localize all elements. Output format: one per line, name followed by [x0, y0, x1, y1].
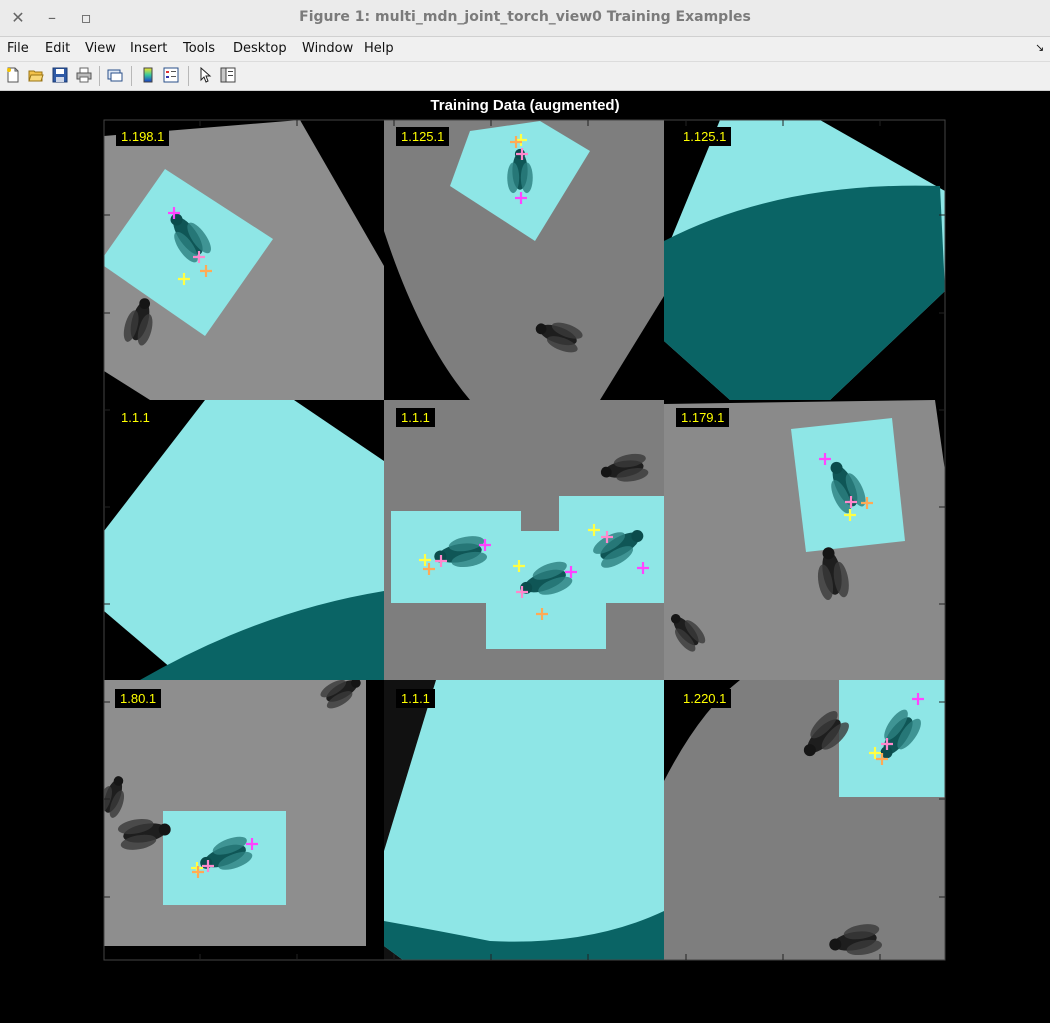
toolbar-separator [131, 66, 132, 86]
toolbar-separator [188, 66, 189, 86]
open-icon[interactable] [28, 67, 44, 83]
menu-bar: File Edit View Insert Tools Desktop Wind… [0, 37, 1050, 62]
menu-edit[interactable]: Edit [45, 41, 70, 56]
tile-label: 1.1.1 [396, 408, 435, 427]
menu-view[interactable]: View [85, 41, 116, 56]
toolbar-separator [99, 66, 100, 86]
tile-label: 1.125.1 [678, 127, 732, 146]
window-title: Figure 1: multi_mdn_joint_torch_view0 Tr… [299, 9, 751, 25]
tile-3-image [664, 120, 945, 400]
tile-label: 1.80.1 [115, 689, 162, 708]
toolbar [0, 62, 1050, 91]
menu-help[interactable]: Help [364, 41, 394, 56]
tile-6-image [664, 400, 945, 680]
window-titlebar: ✕ – ▫ Figure 1: multi_mdn_joint_torch_vi… [0, 0, 1050, 37]
tile-8-image [384, 680, 664, 960]
image-montage[interactable] [0, 91, 1050, 1023]
tile-2-image [384, 120, 664, 400]
tile-7-image [104, 680, 384, 960]
property-editor-icon[interactable] [220, 67, 236, 83]
tile-label: 1.1.1 [396, 689, 435, 708]
tile-label: 1.1.1 [116, 408, 155, 427]
print-icon[interactable] [76, 67, 92, 83]
menu-window[interactable]: Window [302, 41, 353, 56]
legend-icon[interactable] [163, 67, 179, 83]
tile-label: 1.125.1 [396, 127, 450, 146]
figure-canvas: Training Data (augmented) 1.198.1 1.125.… [0, 91, 1050, 1023]
tile-label: 1.198.1 [116, 127, 170, 146]
menu-insert[interactable]: Insert [130, 41, 167, 56]
menu-tools[interactable]: Tools [183, 41, 215, 56]
menu-desktop[interactable]: Desktop [233, 41, 287, 56]
colorbar-icon[interactable] [140, 67, 156, 83]
tile-5-image [384, 400, 664, 680]
pointer-icon[interactable] [197, 67, 213, 83]
menu-file[interactable]: File [7, 41, 29, 56]
tile-label: 1.220.1 [678, 689, 732, 708]
new-figure-icon[interactable] [5, 67, 21, 83]
tile-9-image [664, 680, 945, 960]
tile-label: 1.179.1 [676, 408, 730, 427]
dock-icon[interactable]: ↘ [1035, 41, 1044, 54]
link-icon[interactable] [107, 67, 123, 83]
save-icon[interactable] [52, 67, 68, 83]
